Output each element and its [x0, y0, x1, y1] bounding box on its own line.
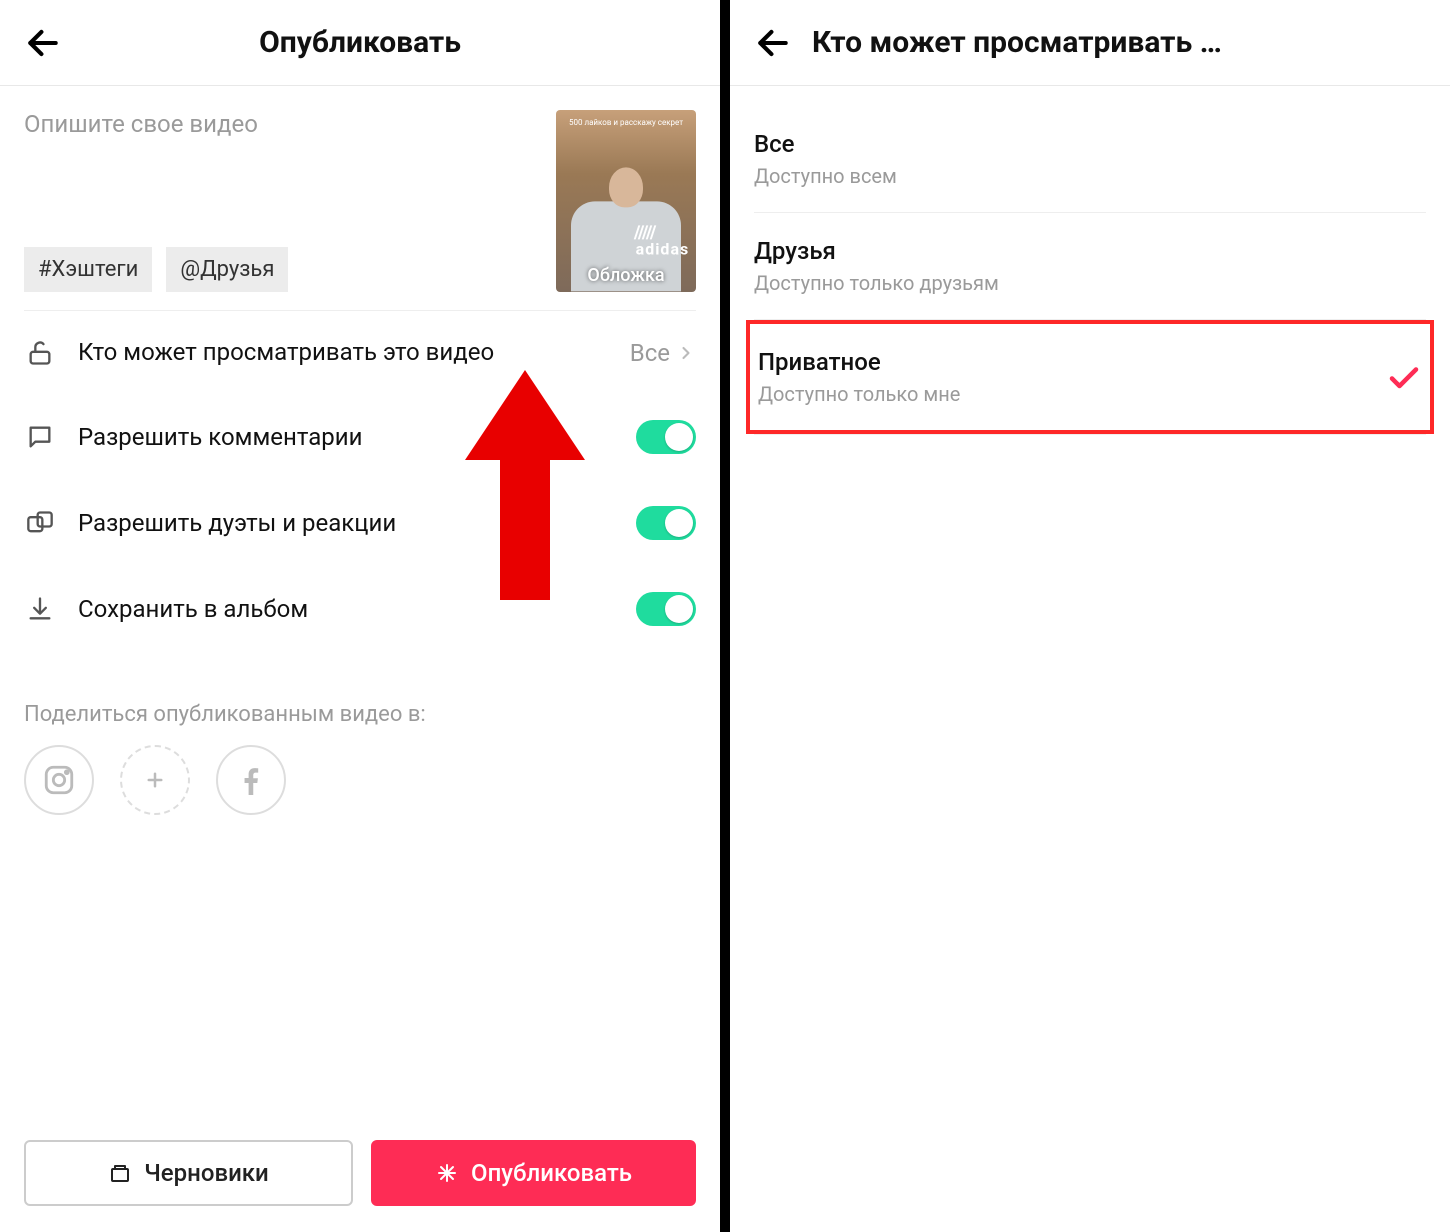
- share-label: Поделиться опубликованным видео в:: [24, 702, 696, 727]
- option-subtitle: Доступно всем: [754, 164, 1426, 188]
- check-icon: [1386, 359, 1422, 395]
- publish-button-label: Опубликовать: [471, 1159, 632, 1187]
- option-title: Все: [754, 130, 1426, 158]
- privacy-option-everyone[interactable]: Все Доступно всем: [754, 106, 1426, 213]
- caption-section: Опишите свое видео #Хэштеги @Друзья 500 …: [24, 86, 696, 311]
- facebook-icon: [233, 762, 269, 798]
- page-title: Опубликовать: [64, 25, 656, 60]
- save-label: Сохранить в альбом: [78, 594, 614, 625]
- arrow-left-icon: [754, 24, 792, 62]
- plus-circle-icon: [140, 765, 170, 795]
- privacy-screen: Кто может просматривать … Все Доступно в…: [730, 0, 1450, 1232]
- arrow-left-icon: [24, 24, 62, 62]
- comment-icon: [24, 423, 56, 451]
- option-title: Друзья: [754, 237, 1426, 265]
- sparkle-icon: [435, 1161, 459, 1185]
- comments-label: Разрешить комментарии: [78, 422, 614, 453]
- duet-icon: [24, 509, 56, 537]
- option-subtitle: Доступно только мне: [758, 382, 1386, 406]
- save-row: Сохранить в альбом: [24, 566, 696, 652]
- comments-toggle[interactable]: [636, 420, 696, 454]
- drafts-button[interactable]: Черновики: [24, 1140, 353, 1206]
- save-toggle[interactable]: [636, 592, 696, 626]
- page-title: Кто может просматривать …: [812, 25, 1426, 60]
- instagram-icon: [42, 763, 76, 797]
- duets-toggle[interactable]: [636, 506, 696, 540]
- publish-button[interactable]: Опубликовать: [371, 1140, 696, 1206]
- comments-row: Разрешить комментарии: [24, 394, 696, 480]
- publish-screen: Опубликовать Опишите свое видео #Хэштеги…: [0, 0, 720, 1232]
- drafts-button-label: Черновики: [144, 1159, 269, 1187]
- duets-label: Разрешить дуэты и реакции: [78, 508, 614, 539]
- share-instagram-button[interactable]: [24, 745, 94, 815]
- duets-row: Разрешить дуэты и реакции: [24, 480, 696, 566]
- caption-input[interactable]: Опишите свое видео: [24, 110, 536, 138]
- privacy-row[interactable]: Кто может просматривать это видео Все: [24, 311, 696, 394]
- hashtag-button[interactable]: #Хэштеги: [24, 247, 152, 292]
- header: Опубликовать: [0, 0, 720, 86]
- privacy-value: Все: [630, 339, 670, 367]
- chevron-right-icon: [676, 343, 696, 363]
- video-thumbnail[interactable]: 500 лайков и расскажу секрет adidas Обло…: [556, 110, 696, 292]
- privacy-option-friends[interactable]: Друзья Доступно только друзьям: [754, 213, 1426, 320]
- drafts-icon: [108, 1161, 132, 1185]
- download-icon: [24, 595, 56, 623]
- screen-divider: [720, 0, 730, 1232]
- share-facebook-button[interactable]: [216, 745, 286, 815]
- annotation-highlight: Приватное Доступно только мне: [746, 320, 1434, 434]
- option-title: Приватное: [758, 348, 1386, 376]
- unlock-icon: [24, 339, 56, 367]
- share-stories-button[interactable]: [120, 745, 190, 815]
- back-button[interactable]: [754, 23, 794, 63]
- back-button[interactable]: [24, 23, 64, 63]
- thumbnail-logo-text: adidas: [636, 239, 690, 258]
- header: Кто может просматривать …: [730, 0, 1450, 86]
- privacy-option-private[interactable]: Приватное Доступно только мне: [758, 342, 1422, 412]
- share-section: Поделиться опубликованным видео в:: [24, 702, 696, 815]
- option-subtitle: Доступно только друзьям: [754, 271, 1426, 295]
- thumbnail-overlay-text: 500 лайков и расскажу секрет: [564, 118, 688, 127]
- mention-friends-button[interactable]: @Друзья: [166, 247, 288, 292]
- privacy-label: Кто может просматривать это видео: [78, 337, 608, 368]
- cover-label: Обложка: [556, 265, 696, 286]
